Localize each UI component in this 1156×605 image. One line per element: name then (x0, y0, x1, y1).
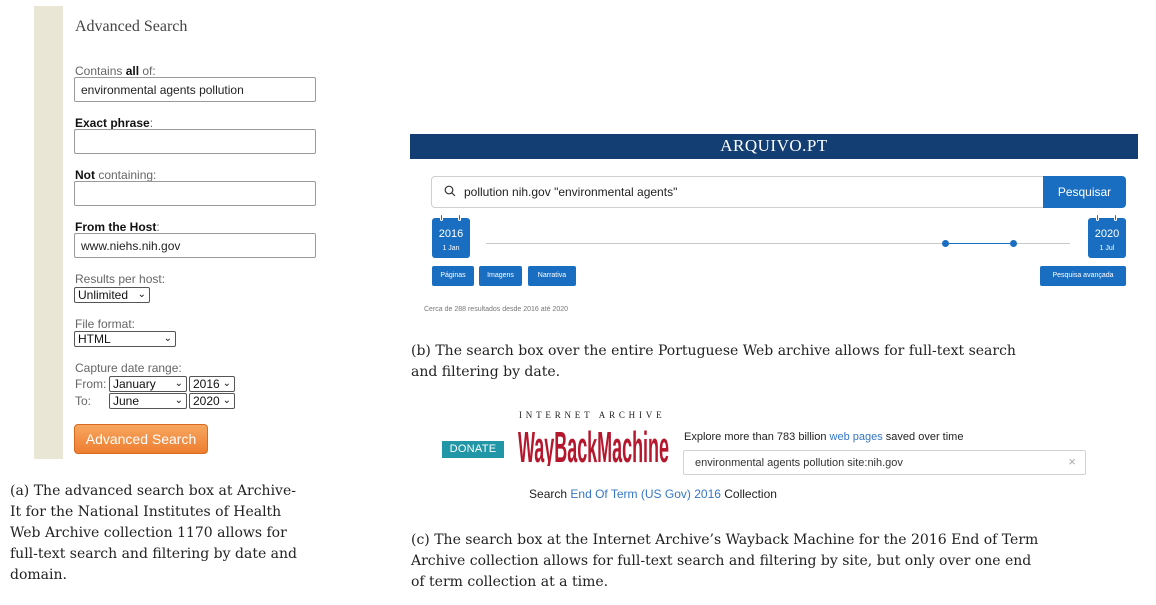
caption-line: (b) The search box over the entire Portu… (411, 343, 1016, 359)
calendar-ring (1114, 214, 1117, 221)
to-month-select[interactable]: June ⌄ (109, 393, 187, 409)
results-count: Cerca de 288 resultados desde 2016 até 2… (424, 306, 568, 313)
contains-all-label: Contains all of: (75, 64, 156, 78)
wayback-tagline: Explore more than 783 billion web pages … (684, 431, 964, 443)
chevron-down-icon: ⌄ (137, 289, 146, 300)
from-host-label: From the Host: (75, 220, 160, 234)
start-year: 2016 (438, 228, 464, 240)
timeline-selected-range (945, 243, 1013, 244)
timeline-track (486, 243, 944, 244)
timeline-track (1013, 243, 1070, 244)
not-containing-input[interactable] (74, 181, 316, 206)
collection-scope: Search End Of Term (US Gov) 2016 Collect… (529, 487, 777, 501)
to-year-select[interactable]: 2020 ⌄ (189, 393, 235, 409)
chevron-down-icon: ⌄ (174, 378, 183, 389)
capture-date-range-label: Capture date range: (75, 361, 182, 375)
wayback-machine-logo[interactable]: WayBackMachine (517, 424, 670, 466)
chevron-down-icon: ⌄ (163, 333, 172, 344)
arquivo-header: ARQUIVO.PT (410, 134, 1138, 159)
from-month-select[interactable]: January ⌄ (109, 376, 187, 392)
wayback-search-input[interactable]: environmental agents pollution site:nih.… (683, 450, 1086, 475)
sidebar-strip (34, 6, 63, 459)
caption-c: (c) The search box at the Internet Archi… (411, 530, 1151, 593)
timeline-start-handle[interactable] (942, 240, 949, 247)
search-query: pollution nih.gov "environmental agents" (464, 185, 678, 199)
timeline-end-handle[interactable] (1010, 240, 1017, 247)
file-format-label: File format: (75, 317, 136, 331)
search-icon (444, 185, 456, 197)
end-day: 1 Jul (1099, 245, 1115, 252)
from-host-input[interactable]: www.niehs.nih.gov (74, 233, 316, 258)
chevron-down-icon: ⌄ (222, 395, 231, 406)
results-per-host-select[interactable]: Unlimited ⌄ (74, 287, 150, 303)
caption-line: Archive collection allows for full-text … (411, 553, 1032, 569)
file-format-select[interactable]: HTML ⌄ (74, 331, 176, 347)
donate-button[interactable]: DONATE (442, 441, 504, 458)
start-day: 1 Jan (442, 245, 460, 252)
internet-archive-label: INTERNET ARCHIVE (519, 410, 666, 420)
tab-imagens[interactable]: Imagens (479, 266, 522, 286)
end-date-calendar[interactable]: 2020 1 Jul (1088, 214, 1126, 258)
exact-phrase-input[interactable] (74, 129, 316, 154)
caption-line: It for the National Institutes of Health (10, 504, 282, 520)
chevron-down-icon: ⌄ (174, 395, 183, 406)
caption-line: domain. (10, 567, 67, 583)
chevron-down-icon: ⌄ (222, 378, 231, 389)
wayback-logo-text: WayBackMachine (518, 424, 669, 466)
calendar-ring (1096, 214, 1099, 221)
advanced-search-button[interactable]: Advanced Search (74, 424, 208, 454)
caption-b: (b) The search box over the entire Portu… (411, 341, 1151, 383)
web-pages-link[interactable]: web pages (830, 431, 883, 443)
calendar-ring (458, 214, 461, 221)
caption-line: and filtering by date. (411, 364, 561, 380)
calendar-ring (440, 214, 443, 221)
clear-icon[interactable]: × (1068, 454, 1076, 469)
search-query: environmental agents pollution site:nih.… (695, 457, 903, 469)
pesquisar-button[interactable]: Pesquisar (1043, 176, 1126, 208)
advanced-search-link[interactable]: Pesquisa avançada (1040, 266, 1126, 286)
results-per-host-label: Results per host: (75, 272, 166, 286)
advanced-search-title: Advanced Search (75, 18, 188, 35)
arquivo-logo[interactable]: ARQUIVO.PT (410, 136, 1138, 156)
caption-line: full-text search and filtering by date a… (10, 546, 297, 562)
start-date-calendar[interactable]: 2016 1 Jan (432, 214, 470, 258)
from-year-select[interactable]: 2016 ⌄ (189, 376, 235, 392)
to-label: To: (75, 394, 92, 408)
collection-link[interactable]: End Of Term (US Gov) 2016 (570, 487, 721, 501)
caption-line: Web Archive collection 1170 allows for (10, 525, 287, 541)
tab-paginas[interactable]: Páginas (432, 266, 474, 286)
arquivo-search-input[interactable]: pollution nih.gov "environmental agents" (431, 176, 1044, 208)
tab-narrativa[interactable]: Narrativa (528, 266, 576, 286)
caption-line: of term collection at a time. (411, 574, 609, 590)
not-containing-label: Not containing: (75, 168, 157, 182)
end-year: 2020 (1094, 228, 1120, 240)
caption-line: (c) The search box at the Internet Archi… (411, 532, 1039, 548)
contains-all-input[interactable]: environmental agents pollution (74, 77, 316, 102)
from-label: From: (75, 377, 107, 391)
exact-phrase-label: Exact phrase: (75, 116, 154, 130)
